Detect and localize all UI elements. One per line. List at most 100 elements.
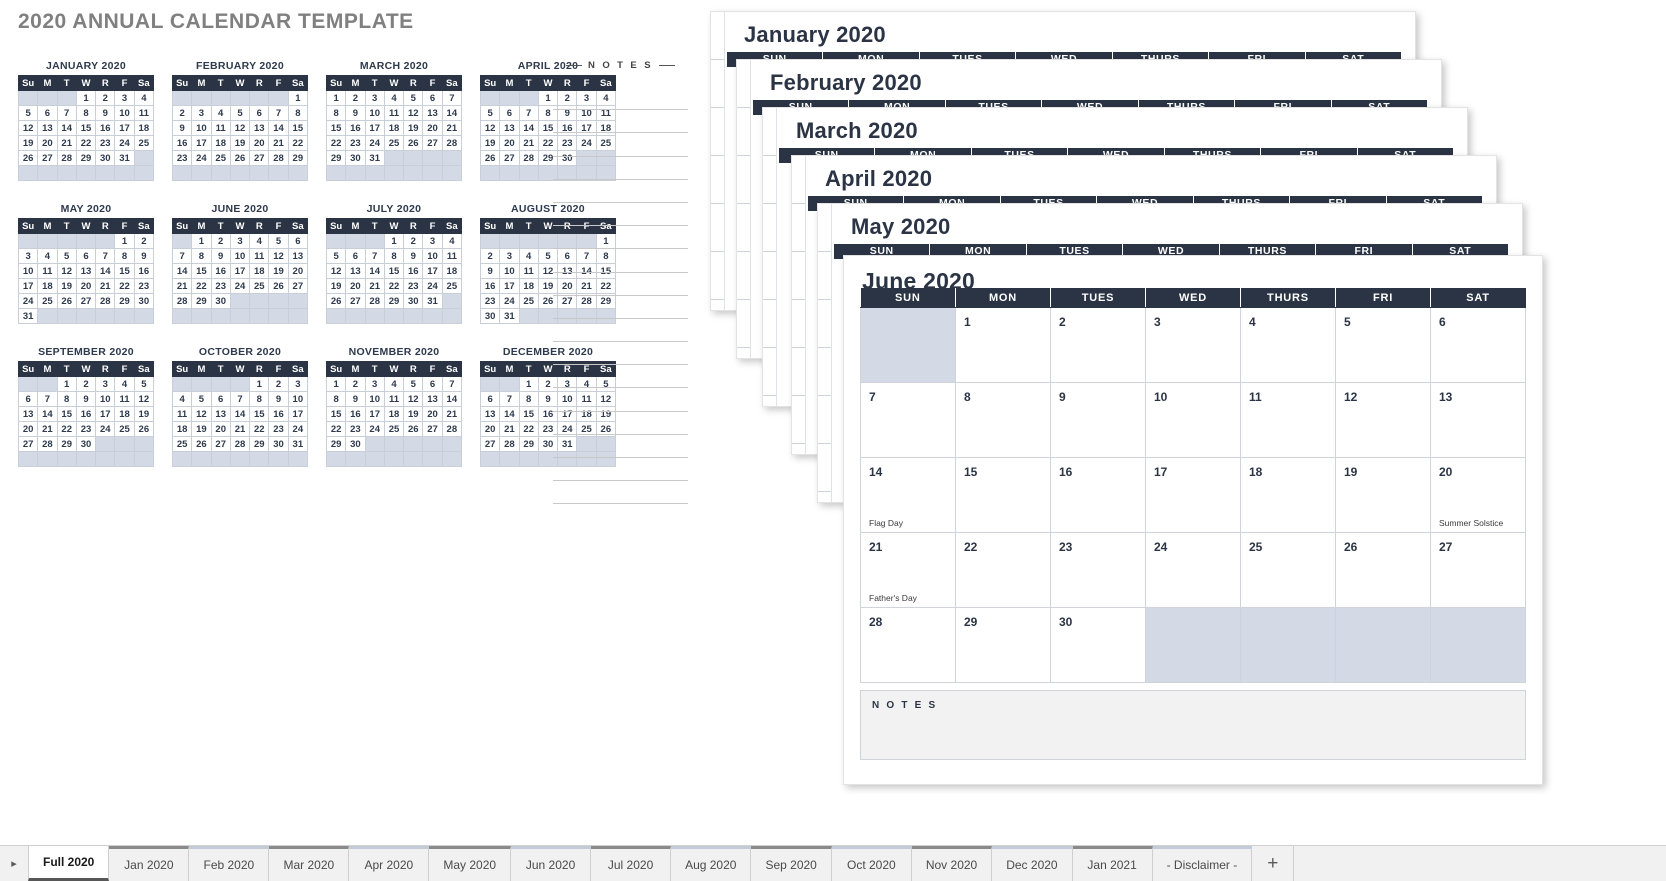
day-cell[interactable]: 11: [1240, 382, 1336, 458]
mini-day-cell[interactable]: 23: [95, 135, 116, 151]
day-cell[interactable]: 13: [1430, 382, 1526, 458]
sheet-tab-sep-2020[interactable]: Sep 2020: [751, 846, 832, 881]
mini-day-cell[interactable]: 23: [345, 135, 366, 151]
mini-day-cell[interactable]: 12: [17, 120, 39, 136]
mini-day-cell[interactable]: 19: [403, 120, 424, 136]
mini-day-cell[interactable]: 26: [479, 150, 501, 166]
day-cell[interactable]: 23: [1050, 532, 1146, 608]
mini-day-cell[interactable]: 6: [249, 105, 270, 121]
day-cell[interactable]: 18: [1240, 457, 1336, 533]
mini-day-cell[interactable]: 11: [518, 263, 539, 279]
mini-day-cell[interactable]: 19: [191, 421, 212, 437]
mini-day-cell[interactable]: 5: [403, 376, 424, 392]
mini-day-cell[interactable]: 4: [383, 90, 405, 106]
mini-day-cell[interactable]: 17: [229, 263, 251, 279]
day-cell[interactable]: 8: [955, 382, 1051, 458]
month-card-june[interactable]: June 2020 SUN MON TUES WED THURS FRI SAT 1 2 3 4 5 6…: [843, 255, 1543, 785]
sheet-tab-aug-2020[interactable]: Aug 2020: [671, 846, 752, 881]
mini-day-cell[interactable]: 22: [249, 421, 270, 437]
mini-day-cell[interactable]: 26: [191, 436, 212, 452]
mini-day-cell[interactable]: 30: [403, 293, 424, 309]
mini-day-cell[interactable]: 6: [75, 248, 97, 264]
mini-day-cell[interactable]: 28: [56, 150, 77, 166]
mini-day-cell[interactable]: 15: [383, 263, 405, 279]
mini-day-cell[interactable]: 9: [345, 105, 366, 121]
sheet-tab-may-2020[interactable]: May 2020: [429, 846, 512, 881]
day-cell[interactable]: 9: [1050, 382, 1146, 458]
mini-day-cell[interactable]: 23: [479, 293, 501, 309]
mini-day-cell[interactable]: 3: [364, 376, 385, 392]
mini-day-cell[interactable]: 3: [17, 248, 39, 264]
mini-day-cell[interactable]: 19: [403, 406, 424, 422]
notes-line[interactable]: [553, 319, 688, 343]
mini-day-cell[interactable]: 5: [479, 105, 501, 121]
notes-line[interactable]: [553, 412, 688, 435]
mini-day-cell[interactable]: 25: [518, 293, 539, 309]
mini-day-cell[interactable]: 7: [37, 391, 58, 407]
mini-day-cell[interactable]: 21: [171, 278, 193, 294]
mini-day-cell[interactable]: 23: [171, 150, 193, 166]
mini-day-cell[interactable]: 19: [479, 135, 501, 151]
mini-day-cell[interactable]: 10: [17, 263, 39, 279]
mini-day-cell[interactable]: 8: [383, 248, 405, 264]
mini-day-cell[interactable]: 28: [171, 293, 193, 309]
day-cell[interactable]: 29: [955, 607, 1051, 683]
mini-calendar[interactable]: JULY 2020 Su M T W R F Sa 1 2 3 4 5 6 7 8 9 10 11 12 13 14 15 1…: [325, 203, 463, 324]
mini-day-cell[interactable]: 25: [210, 150, 231, 166]
mini-day-cell[interactable]: 15: [325, 406, 347, 422]
notes-line[interactable]: [553, 157, 688, 180]
mini-day-cell[interactable]: 22: [191, 278, 212, 294]
mini-day-cell[interactable]: 2: [75, 376, 97, 392]
mini-day-cell[interactable]: 2: [345, 376, 366, 392]
mini-day-cell[interactable]: 12: [56, 263, 77, 279]
mini-day-cell[interactable]: 10: [95, 391, 116, 407]
day-cell[interactable]: 28: [860, 607, 956, 683]
mini-day-cell[interactable]: 21: [229, 421, 251, 437]
mini-day-cell[interactable]: 7: [364, 248, 385, 264]
mini-day-cell[interactable]: 31: [422, 293, 443, 309]
sheet-tab-jun-2020[interactable]: Jun 2020: [511, 846, 592, 881]
mini-day-cell[interactable]: 24: [499, 293, 520, 309]
mini-day-cell[interactable]: 9: [133, 248, 155, 264]
mini-day-cell[interactable]: 2: [403, 233, 424, 249]
mini-day-cell[interactable]: 4: [171, 391, 193, 407]
day-cell[interactable]: 25: [1240, 532, 1336, 608]
notes-line[interactable]: [553, 481, 688, 505]
mini-day-cell[interactable]: 6: [422, 376, 443, 392]
mini-day-cell[interactable]: 16: [403, 263, 424, 279]
mini-day-cell[interactable]: 28: [441, 421, 463, 437]
mini-day-cell[interactable]: 24: [287, 421, 309, 437]
mini-day-cell[interactable]: 31: [499, 308, 520, 324]
mini-day-cell[interactable]: 22: [518, 421, 539, 437]
mini-day-cell[interactable]: 18: [383, 120, 405, 136]
mini-day-cell[interactable]: 4: [133, 90, 155, 106]
mini-calendar[interactable]: NOVEMBER 2020 Su M T W R F Sa 1 2 3 4 5 6 7 8 9 10 11 12 13 1…: [325, 346, 463, 467]
mini-day-cell[interactable]: 31: [17, 308, 39, 324]
mini-day-cell[interactable]: 22: [75, 135, 97, 151]
mini-calendar[interactable]: FEBRUARY 2020 Su M T W R F Sa 1 2 3 4 5 6 7 8 9 10 11 12 13 1…: [171, 60, 309, 181]
mini-day-cell[interactable]: 7: [95, 248, 116, 264]
mini-day-cell[interactable]: 20: [422, 120, 443, 136]
mini-day-cell[interactable]: 8: [114, 248, 135, 264]
day-cell[interactable]: 1: [955, 307, 1051, 383]
mini-day-cell[interactable]: 7: [268, 105, 289, 121]
mini-calendar-grid[interactable]: Su M T W R F Sa 1 2 3 4 5 6 7 8 9 10 11 12 13 14 15 16 17 18 19 20…: [17, 218, 155, 324]
mini-day-cell[interactable]: 28: [441, 135, 463, 151]
mini-day-cell[interactable]: 5: [268, 233, 289, 249]
mini-day-cell[interactable]: 22: [287, 135, 309, 151]
mini-day-cell[interactable]: 25: [37, 293, 58, 309]
mini-day-cell[interactable]: 19: [56, 278, 77, 294]
mini-day-cell[interactable]: 5: [325, 248, 347, 264]
mini-day-cell[interactable]: 15: [75, 120, 97, 136]
mini-day-cell[interactable]: 1: [56, 376, 77, 392]
mini-day-cell[interactable]: 10: [191, 120, 212, 136]
mini-day-cell[interactable]: 19: [17, 135, 39, 151]
mini-day-cell[interactable]: 6: [479, 391, 501, 407]
mini-day-cell[interactable]: 13: [75, 263, 97, 279]
sheet-tab-dec-2020[interactable]: Dec 2020: [992, 846, 1073, 881]
mini-day-cell[interactable]: 21: [499, 421, 520, 437]
notes-lines[interactable]: [553, 87, 688, 505]
notes-line[interactable]: [553, 388, 688, 412]
mini-day-cell[interactable]: 4: [37, 248, 58, 264]
mini-day-cell[interactable]: 8: [56, 391, 77, 407]
